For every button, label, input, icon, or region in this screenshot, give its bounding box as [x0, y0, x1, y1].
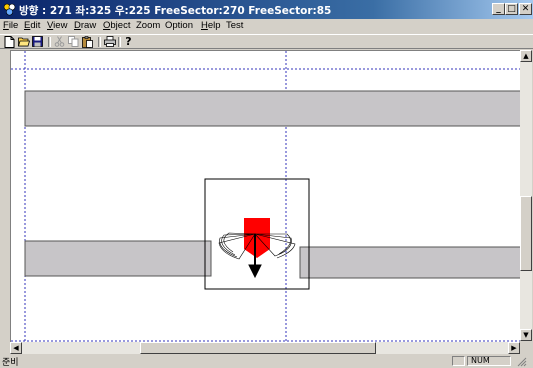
minimize-button[interactable]: _ — [492, 3, 505, 15]
scene[interactable] — [11, 51, 520, 342]
horizontal-scrollbar[interactable]: ◀ ▶ — [10, 342, 520, 354]
toolbar-separator — [118, 37, 121, 47]
menu-file[interactable]: File — [3, 20, 18, 31]
status-text: 준비 — [2, 358, 19, 368]
cut-icon — [54, 36, 65, 47]
vertical-scrollbar[interactable]: ▲ ▼ — [520, 50, 532, 341]
minimize-icon: _ — [496, 4, 501, 14]
menu-view[interactable]: View — [47, 20, 67, 31]
wall-right[interactable] — [299, 246, 520, 279]
menu-draw[interactable]: Draw — [74, 20, 96, 31]
status-pane — [452, 356, 465, 366]
wall-top[interactable] — [24, 90, 520, 127]
save-icon — [32, 36, 43, 47]
new-file-icon — [4, 36, 15, 48]
robot-body[interactable] — [244, 218, 270, 258]
print-button[interactable] — [103, 36, 116, 48]
menu-test[interactable]: Test — [226, 20, 243, 31]
paste-button[interactable] — [81, 36, 94, 48]
copy-icon — [68, 36, 79, 47]
menu-object[interactable]: Object — [103, 20, 130, 31]
toolbar-separator — [48, 37, 51, 47]
toolbar-separator — [98, 37, 101, 47]
toolbar: ? — [0, 34, 533, 49]
scroll-right-button[interactable]: ▶ — [508, 342, 520, 354]
maximize-icon: □ — [507, 4, 516, 14]
print-icon — [103, 36, 116, 47]
vertical-scroll-thumb[interactable] — [520, 196, 532, 271]
open-button[interactable] — [17, 36, 30, 48]
title-bar[interactable]: 방향 : 271 좌:325 우:225 FreeSector:270 Free… — [0, 0, 533, 19]
open-folder-icon — [17, 37, 30, 47]
cut-button[interactable] — [53, 36, 66, 48]
wall-left[interactable] — [24, 240, 212, 277]
menu-option[interactable]: Option — [165, 20, 193, 31]
window-title: 방향 : 271 좌:325 우:225 FreeSector:270 Free… — [19, 5, 332, 17]
menu-bar: File Edit View Draw Object Zoom Option H… — [0, 19, 533, 33]
maximize-button[interactable]: □ — [505, 3, 518, 15]
resize-grip-icon[interactable] — [515, 355, 527, 367]
save-button[interactable] — [31, 36, 44, 48]
paste-icon — [82, 36, 93, 48]
app-icon[interactable] — [3, 3, 16, 16]
help-button[interactable]: ? — [122, 36, 135, 48]
drawing-canvas[interactable] — [10, 50, 520, 342]
menu-edit[interactable]: Edit — [24, 20, 40, 31]
copy-button[interactable] — [67, 36, 80, 48]
menu-zoom[interactable]: Zoom — [136, 20, 160, 31]
status-bar: 준비 NUM — [0, 355, 533, 368]
scroll-down-button[interactable]: ▼ — [520, 329, 532, 341]
close-button[interactable]: ✕ — [519, 3, 532, 15]
help-icon: ? — [125, 35, 132, 48]
scroll-up-button[interactable]: ▲ — [520, 50, 532, 62]
scroll-left-button[interactable]: ◀ — [10, 342, 22, 354]
horizontal-scroll-thumb[interactable] — [140, 342, 376, 354]
new-file-button[interactable] — [3, 36, 16, 48]
menu-help[interactable]: Help — [201, 20, 221, 31]
num-lock-indicator: NUM — [467, 356, 511, 366]
close-icon: ✕ — [521, 4, 530, 14]
